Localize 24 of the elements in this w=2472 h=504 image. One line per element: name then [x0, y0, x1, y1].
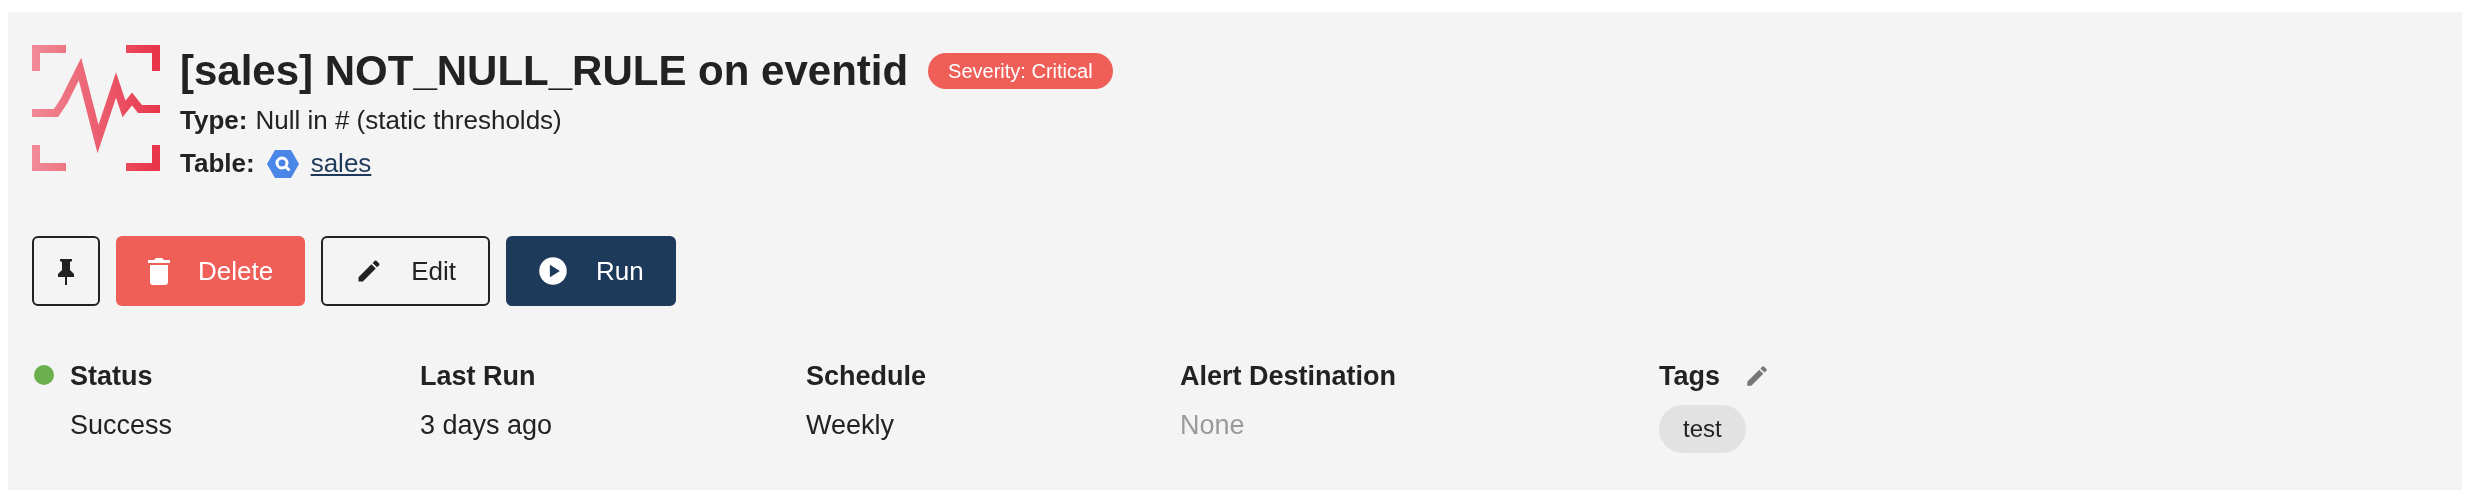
- pin-button[interactable]: [32, 236, 100, 306]
- field-label: Status: [70, 360, 154, 393]
- table-link[interactable]: sales: [310, 144, 372, 183]
- type-label: Type:: [180, 104, 248, 137]
- field-label: Last Run: [420, 360, 537, 393]
- field-value: 3 days ago: [420, 408, 553, 442]
- run-button[interactable]: Run: [505, 236, 676, 306]
- edit-button[interactable]: Edit: [321, 236, 490, 306]
- rule-title: [sales] NOT_NULL_RULE on eventid: [180, 46, 909, 96]
- field-value: Success: [70, 408, 173, 442]
- severity-badge: Severity: Critical: [928, 53, 1113, 89]
- tag-chip: test: [1659, 404, 1746, 453]
- play-icon: [537, 256, 568, 286]
- table-label: Table:: [180, 147, 255, 180]
- logo-icon: [32, 45, 160, 171]
- type-value: Null in # (static thresholds): [255, 104, 562, 137]
- field-label: Tags: [1659, 360, 1720, 393]
- field-value: None: [1180, 408, 1246, 442]
- search-icon: [266, 148, 299, 179]
- pin-icon: [56, 257, 76, 285]
- field-value: Weekly: [806, 408, 896, 442]
- field-label: Schedule: [806, 360, 927, 393]
- field-label: Alert Destination: [1180, 360, 1397, 393]
- trash-icon: [148, 257, 170, 285]
